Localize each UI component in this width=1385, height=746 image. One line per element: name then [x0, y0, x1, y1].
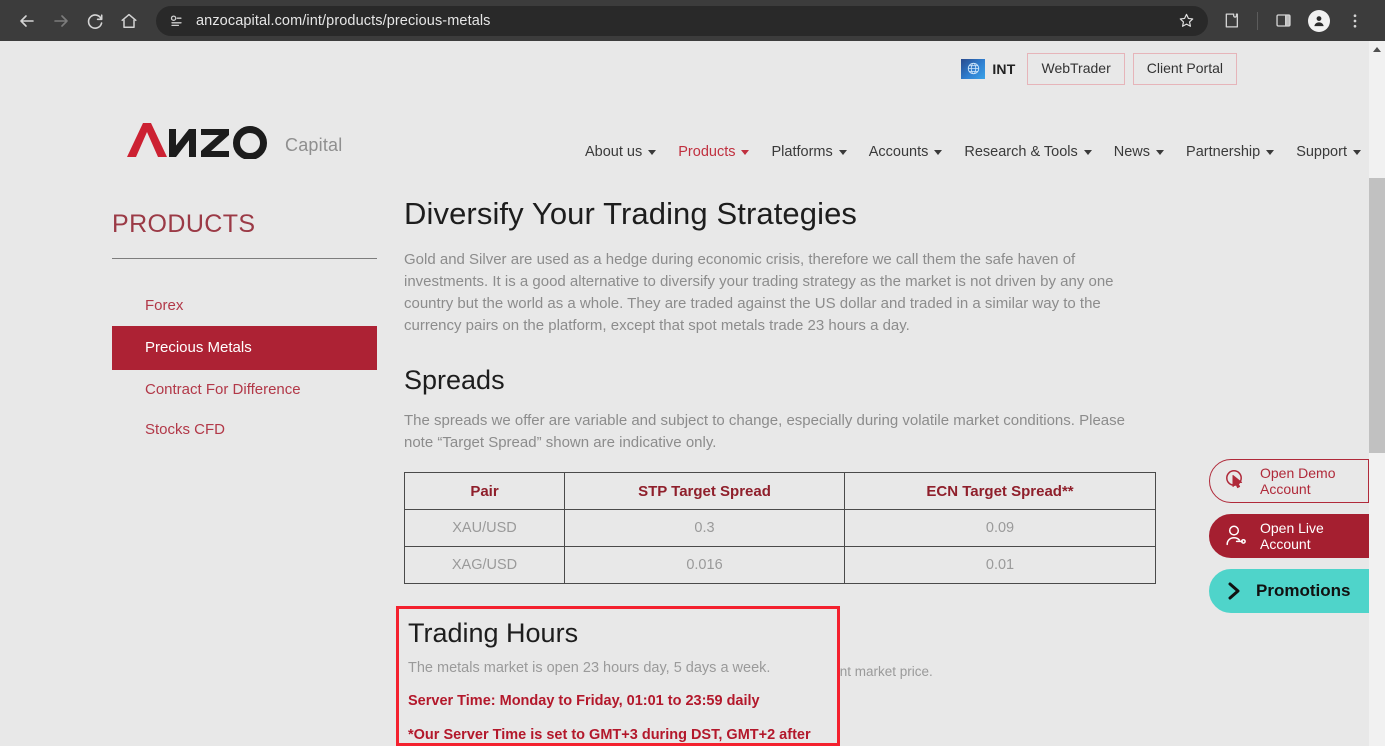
nav-label: Research & Tools [964, 144, 1078, 160]
cell-ecn: 0.01 [844, 546, 1156, 584]
utility-bar: INT WebTrader Client Portal [961, 53, 1237, 85]
chevron-down-icon [1156, 149, 1165, 155]
column-header-pair: Pair [404, 472, 565, 510]
nav-item-partnership[interactable]: Partnership [1186, 144, 1275, 160]
logo-subtext: Capital [285, 135, 343, 155]
chevron-down-icon [838, 149, 847, 155]
open-live-account-button[interactable]: Open Live Account [1209, 514, 1369, 558]
chevron-right-icon [1223, 580, 1245, 602]
products-sidebar: PRODUCTS Forex Precious Metals Contract … [112, 210, 377, 450]
webtrader-button[interactable]: WebTrader [1027, 53, 1125, 85]
table-header-row: Pair STP Target Spread ECN Target Spread… [404, 472, 1156, 510]
profile-avatar[interactable] [1304, 6, 1334, 36]
nav-item-accounts[interactable]: Accounts [869, 144, 943, 160]
table-row: XAG/USD 0.016 0.01 [404, 546, 1156, 584]
chevron-down-icon [741, 149, 750, 155]
promotions-button[interactable]: Promotions [1209, 569, 1369, 613]
spreads-heading: Spreads [404, 365, 505, 395]
spreads-paragraph: The spreads we offer are variable and su… [404, 412, 1125, 451]
cell-ecn: 0.09 [844, 509, 1156, 547]
nav-item-support[interactable]: Support [1296, 144, 1361, 160]
anzo-wordmark-icon [127, 123, 267, 159]
nav-label: Platforms [771, 144, 833, 160]
sidebar-title: PRODUCTS [112, 210, 256, 238]
back-button[interactable] [12, 6, 42, 36]
browser-menu-icon[interactable] [1340, 6, 1370, 36]
nav-label: Partnership [1186, 144, 1261, 160]
home-button[interactable] [114, 6, 144, 36]
spreads-table: Pair STP Target Spread ECN Target Spread… [404, 472, 1156, 584]
sidebar-divider [112, 258, 377, 259]
nav-item-about-us[interactable]: About us [585, 144, 657, 160]
anzo-logo[interactable]: Capital [125, 119, 342, 159]
cta-label: Open Live Account [1260, 520, 1324, 552]
cell-stp: 0.016 [564, 546, 845, 584]
trading-hours-server-time: Server Time: Monday to Friday, 01:01 to … [408, 693, 760, 710]
toolbar-divider [1257, 11, 1258, 30]
nav-item-news[interactable]: News [1113, 144, 1165, 160]
trading-hours-note: *Our Server Time is set to GMT+3 during … [408, 727, 811, 744]
page-scrollbar[interactable] [1369, 41, 1385, 746]
sidebar-item-contract-for-difference[interactable]: Contract For Difference [112, 370, 377, 410]
reload-button[interactable] [80, 6, 110, 36]
cell-pair: XAU/USD [404, 509, 565, 547]
chevron-down-icon [1083, 149, 1092, 155]
browser-toolbar: anzocapital.com/int/products/precious-me… [0, 0, 1385, 41]
column-header-ecn-target-spread: ECN Target Spread** [844, 472, 1156, 510]
column-header-stp-target-spread: STP Target Spread [564, 472, 845, 510]
cta-label: Promotions [1256, 581, 1351, 600]
site-info-icon[interactable] [169, 13, 185, 29]
forward-button[interactable] [46, 6, 76, 36]
bookmark-icon[interactable] [1172, 7, 1200, 35]
page-title: Diversify Your Trading Strategies [404, 196, 858, 231]
trading-hours-box: Trading Hours The metals market is open … [396, 606, 840, 746]
nav-label: News [1113, 144, 1151, 160]
table-row: XAU/USD 0.3 0.09 [404, 509, 1156, 547]
sidebar-item-forex[interactable]: Forex [112, 286, 377, 326]
chevron-down-icon [1352, 149, 1361, 155]
scroll-up-arrow-icon[interactable] [1369, 41, 1385, 57]
trading-hours-title: Trading Hours [408, 618, 579, 648]
nav-label: About us [585, 144, 643, 160]
floating-cta-rail: Open Demo Account Open Live Account Prom… [1209, 459, 1369, 613]
globe-icon [961, 58, 986, 79]
url-text: anzocapital.com/int/products/precious-me… [196, 12, 491, 29]
site-header: Capital About us Products Platforms Acco… [0, 119, 1369, 173]
nav-item-platforms[interactable]: Platforms [771, 144, 847, 160]
nav-label: Accounts [868, 144, 929, 160]
page-body: INT WebTrader Client Portal Capital Abou… [0, 41, 1385, 746]
sidebar-item-stocks-cfd[interactable]: Stocks CFD [112, 410, 377, 450]
region-label: INT [992, 60, 1016, 77]
nav-label: Products [678, 144, 736, 160]
nav-label: Support [1296, 144, 1347, 160]
side-panel-icon[interactable] [1268, 6, 1298, 36]
open-demo-account-button[interactable]: Open Demo Account [1209, 459, 1369, 503]
chevron-down-icon [934, 149, 943, 155]
cell-pair: XAG/USD [404, 546, 565, 584]
client-portal-button[interactable]: Client Portal [1132, 53, 1237, 85]
chevron-down-icon [1266, 149, 1275, 155]
extensions-icon[interactable] [1217, 6, 1247, 36]
browser-action-icons [1214, 6, 1373, 36]
sidebar-item-precious-metals[interactable]: Precious Metals [112, 326, 377, 370]
nav-item-products[interactable]: Products [678, 144, 750, 160]
main-navigation: About us Products Platforms Accounts Res… [585, 144, 1361, 160]
nav-item-research-tools[interactable]: Research & Tools [964, 144, 1092, 160]
cell-stp: 0.3 [564, 509, 845, 547]
cursor-click-icon [1223, 468, 1249, 494]
trading-hours-subtitle: The metals market is open 23 hours day, … [408, 660, 771, 677]
intro-paragraph: Gold and Silver are used as a hedge duri… [404, 251, 1114, 334]
scrollbar-thumb[interactable] [1369, 178, 1385, 453]
address-bar[interactable]: anzocapital.com/int/products/precious-me… [156, 5, 1208, 36]
chevron-down-icon [648, 149, 657, 155]
user-account-icon [1223, 523, 1249, 549]
cta-label: Open Demo Account [1260, 465, 1336, 497]
page-viewport: INT WebTrader Client Portal Capital Abou… [0, 41, 1369, 746]
